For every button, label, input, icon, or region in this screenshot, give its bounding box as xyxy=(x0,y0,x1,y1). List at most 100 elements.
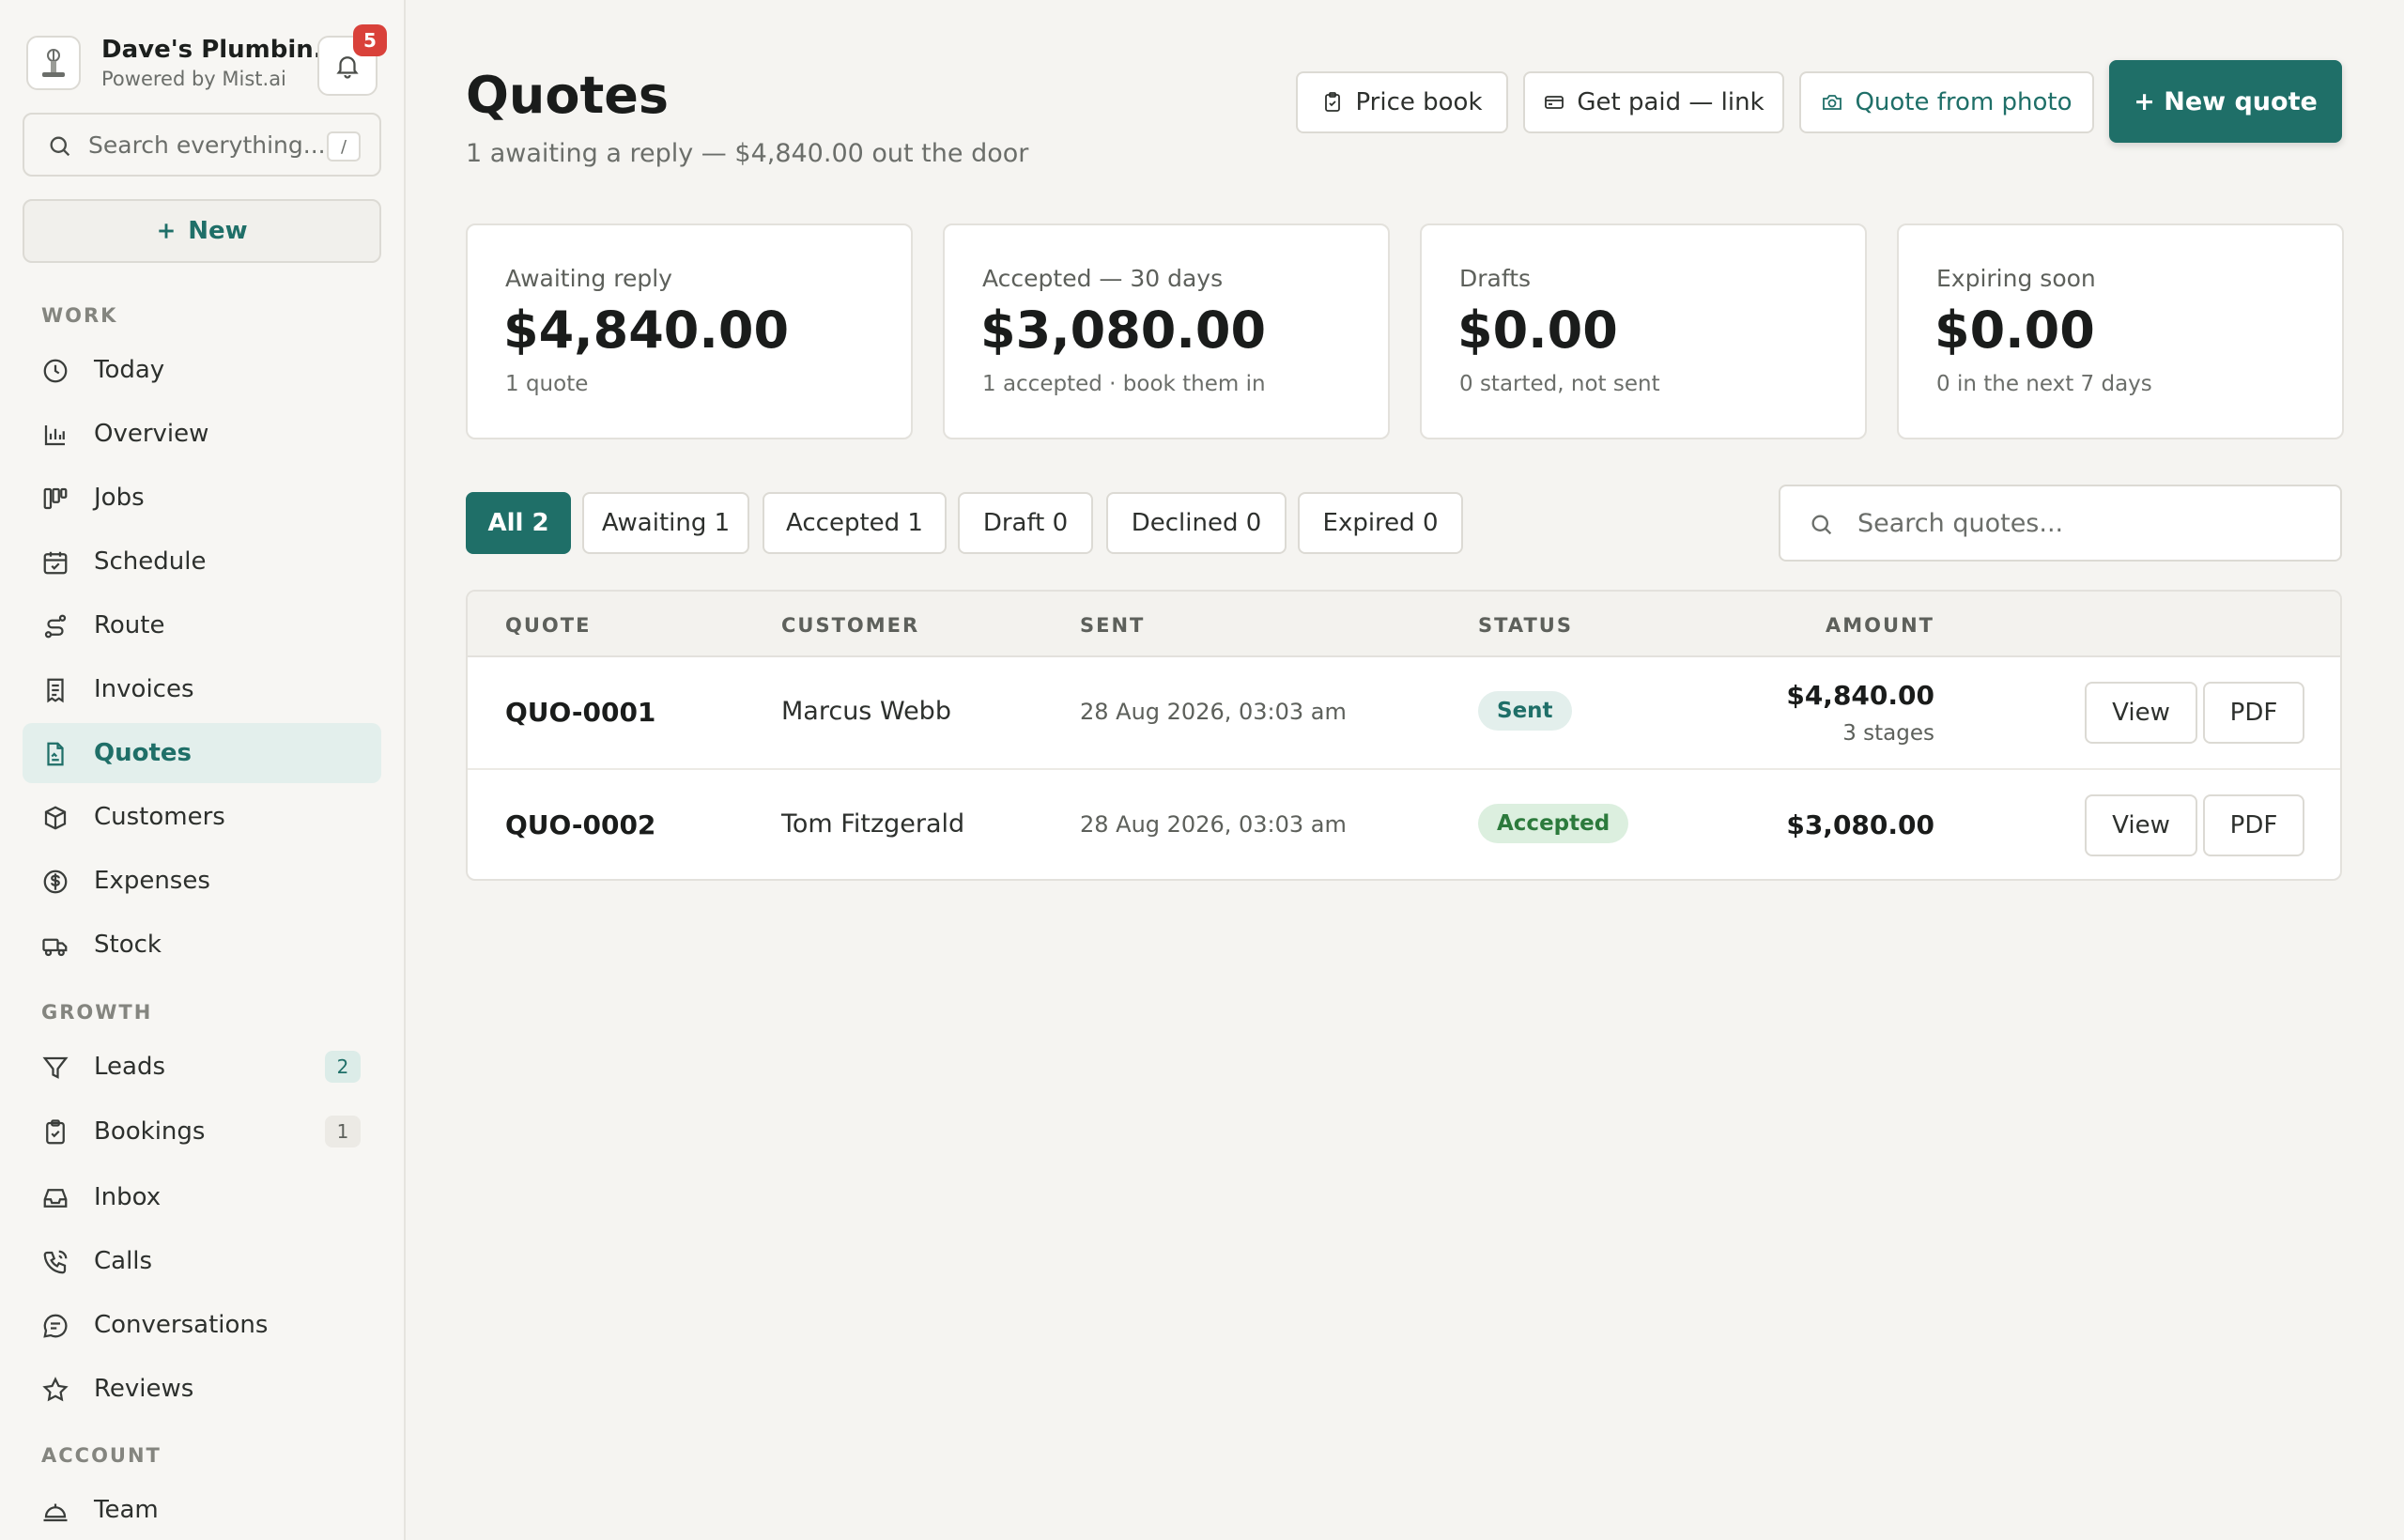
filter-tab-accepted[interactable]: Accepted 1 xyxy=(763,492,947,554)
search-icon xyxy=(1811,515,1832,535)
powered-by: Powered by Mist.ai xyxy=(101,68,286,90)
stat-card-expiring[interactable]: Expiring soon $0.00 0 in the next 7 days xyxy=(1897,223,2344,439)
sidebar-item-today[interactable]: Today xyxy=(23,340,381,400)
sidebar-item-label: Inbox xyxy=(94,1183,162,1211)
quote-from-photo-button[interactable]: Quote from photo xyxy=(1799,71,2094,133)
search-icon xyxy=(50,136,70,157)
calendar-icon xyxy=(43,551,68,575)
quote-from-photo-label: Quote from photo xyxy=(1855,88,2073,116)
sidebar-item-invoices[interactable]: Invoices xyxy=(23,659,381,719)
section-label-work: WORK xyxy=(41,304,118,327)
sidebar-item-inbox[interactable]: Inbox xyxy=(23,1167,381,1227)
sidebar-item-expenses[interactable]: Expenses xyxy=(23,851,381,911)
column-header-customer[interactable]: CUSTOMER xyxy=(781,614,919,637)
sidebar-item-label: Route xyxy=(94,611,165,639)
sidebar-item-stock[interactable]: Stock xyxy=(23,915,381,975)
filter-tab-expired[interactable]: Expired 0 xyxy=(1298,492,1463,554)
get-paid-link-button[interactable]: Get paid — link xyxy=(1523,71,1784,133)
new-quote-button[interactable]: + New quote xyxy=(2109,60,2342,143)
sidebar-item-reviews[interactable]: Reviews xyxy=(23,1359,381,1419)
column-header-quote[interactable]: QUOTE xyxy=(505,614,591,637)
new-button[interactable]: New xyxy=(23,199,381,263)
filter-tab-all[interactable]: All 2 xyxy=(466,492,571,554)
leads-count-badge: 2 xyxy=(325,1051,361,1083)
sidebar-item-conversations[interactable]: Conversations xyxy=(23,1295,381,1355)
column-header-sent[interactable]: SENT xyxy=(1080,614,1145,637)
pdf-quote-button[interactable]: PDF xyxy=(2203,794,2304,856)
table-row[interactable]: QUO-0001 Marcus Webb 28 Aug 2026, 03:03 … xyxy=(468,657,2340,770)
column-header-status[interactable]: STATUS xyxy=(1478,614,1573,637)
bar-chart-icon xyxy=(44,425,65,446)
truck-icon xyxy=(42,938,68,957)
sidebar-item-label: Quotes xyxy=(94,739,193,767)
filter-tab-draft[interactable]: Draft 0 xyxy=(958,492,1093,554)
filter-tab-awaiting[interactable]: Awaiting 1 xyxy=(582,492,749,554)
column-header-amount[interactable]: AMOUNT xyxy=(1826,614,1934,637)
inbox-icon xyxy=(43,1189,68,1208)
kanban-icon xyxy=(43,487,68,510)
camera-icon xyxy=(1823,95,1842,110)
price-book-button[interactable]: Price book xyxy=(1296,71,1508,133)
bell-icon xyxy=(336,56,359,79)
section-label-account: ACCOUNT xyxy=(41,1444,162,1467)
sidebar-item-calls[interactable]: Calls xyxy=(23,1231,381,1291)
sidebar-item-label: Today xyxy=(94,356,165,384)
sidebar-item-jobs[interactable]: Jobs xyxy=(23,468,381,528)
get-paid-label: Get paid — link xyxy=(1577,88,1764,116)
quote-id[interactable]: QUO-0001 xyxy=(505,697,655,728)
clipboard-check-icon xyxy=(46,1119,65,1145)
stat-card-accepted[interactable]: Accepted — 30 days $3,080.00 1 accepted … xyxy=(943,223,1390,439)
receipt-icon xyxy=(47,678,64,703)
stat-value: $0.00 xyxy=(1457,300,1618,360)
sidebar-item-label: Conversations xyxy=(94,1311,269,1339)
clock-icon xyxy=(43,359,68,383)
sidebar-item-bookings[interactable]: Bookings 1 xyxy=(23,1101,381,1162)
sidebar-item-schedule[interactable]: Schedule xyxy=(23,531,381,592)
sidebar-item-overview[interactable]: Overview xyxy=(23,404,381,464)
sidebar-item-label: Invoices xyxy=(94,675,194,703)
document-icon xyxy=(47,742,64,766)
sidebar-item-team[interactable]: Team xyxy=(23,1480,381,1540)
sidebar-item-route[interactable]: Route xyxy=(23,595,381,655)
view-quote-button[interactable]: View xyxy=(2085,794,2197,856)
sidebar-item-quotes[interactable]: Quotes xyxy=(23,723,381,783)
sidebar-item-label: Team xyxy=(94,1496,159,1524)
filter-icon xyxy=(42,1056,69,1079)
search-placeholder: Search everything... xyxy=(88,131,326,159)
sidebar-item-customers[interactable]: Customers xyxy=(23,787,381,847)
sidebar: Dave's Plumbin... Powered by Mist.ai 5 S… xyxy=(0,0,406,1540)
sidebar-item-label: Calls xyxy=(94,1247,153,1275)
stat-card-drafts[interactable]: Drafts $0.00 0 started, not sent xyxy=(1420,223,1867,439)
pdf-quote-button[interactable]: PDF xyxy=(2203,682,2304,744)
sidebar-item-label: Overview xyxy=(94,420,209,448)
sidebar-item-label: Stock xyxy=(94,931,162,959)
stat-value: $3,080.00 xyxy=(980,300,1267,360)
stat-label: Accepted — 30 days xyxy=(982,265,1224,292)
quote-amount: $4,840.00 xyxy=(1786,680,1934,711)
view-quote-button[interactable]: View xyxy=(2085,682,2197,744)
bell-service-icon xyxy=(43,1503,68,1522)
stat-label: Drafts xyxy=(1459,265,1532,292)
sidebar-item-label: Expenses xyxy=(94,867,210,895)
business-logo[interactable] xyxy=(26,36,81,90)
search-shortcut-key: / xyxy=(327,131,361,162)
quote-stages: 3 stages xyxy=(1842,721,1934,746)
dollar-circle-icon xyxy=(43,870,68,894)
business-name[interactable]: Dave's Plumbin... xyxy=(101,36,341,64)
quote-id[interactable]: QUO-0002 xyxy=(505,809,655,840)
star-icon xyxy=(42,1377,69,1402)
table-row[interactable]: QUO-0002 Tom Fitzgerald 28 Aug 2026, 03:… xyxy=(468,772,2340,879)
stat-value: $0.00 xyxy=(1934,300,2095,360)
global-search[interactable]: Search everything... / xyxy=(23,113,381,177)
stat-label: Expiring soon xyxy=(1936,265,2096,292)
stat-card-awaiting[interactable]: Awaiting reply $4,840.00 1 quote xyxy=(466,223,913,439)
sidebar-item-label: Customers xyxy=(94,803,225,831)
plumber-logo-icon xyxy=(42,49,65,77)
filter-tab-declined[interactable]: Declined 0 xyxy=(1106,492,1287,554)
quote-search-input[interactable]: Search quotes... xyxy=(1779,485,2342,562)
sidebar-item-leads[interactable]: Leads 2 xyxy=(23,1037,381,1097)
sidebar-item-label: Leads xyxy=(94,1053,166,1081)
status-badge: Sent xyxy=(1478,691,1572,731)
sidebar-item-label: Reviews xyxy=(94,1375,194,1403)
stat-label: Awaiting reply xyxy=(505,265,672,292)
